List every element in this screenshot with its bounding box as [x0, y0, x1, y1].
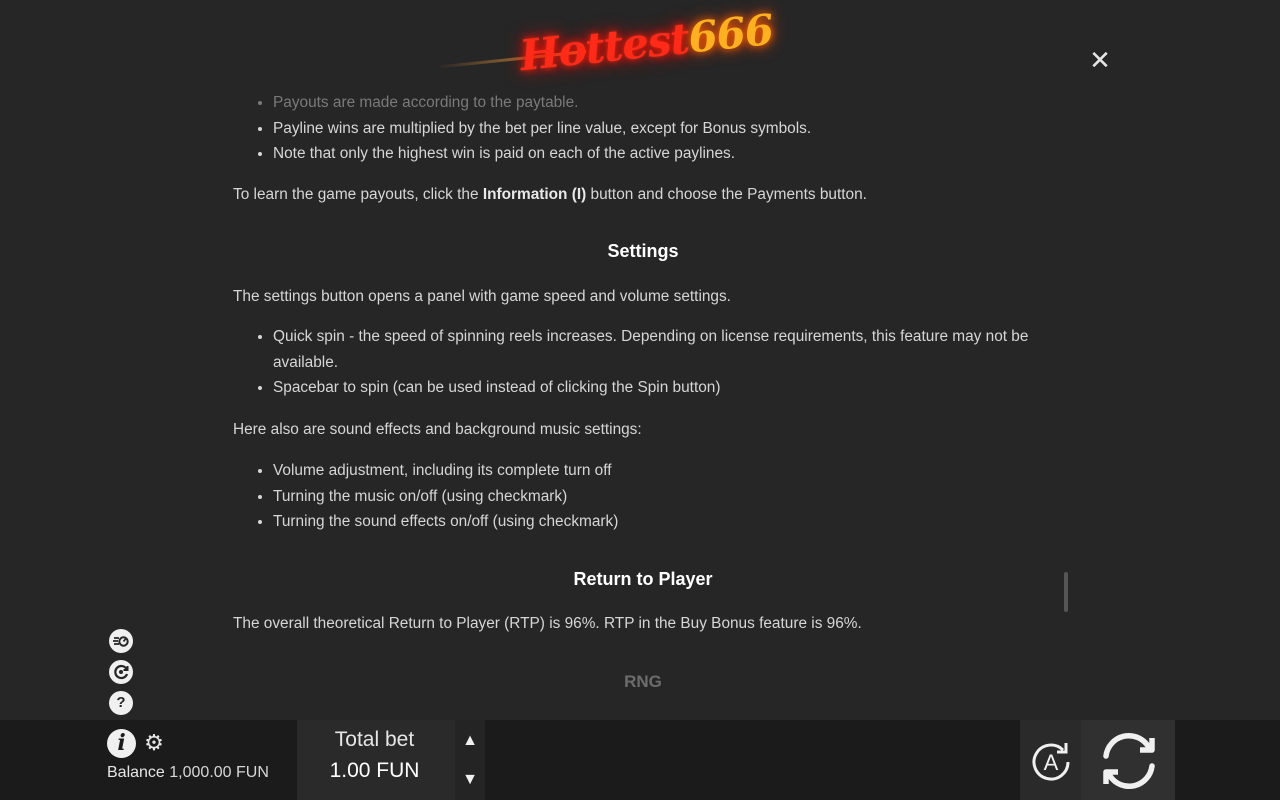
list-item: Volume adjustment, including its complet… [273, 458, 1053, 484]
list-item: Payouts are made according to the paytab… [273, 90, 1053, 116]
balance-value: 1,000.00 FUN [169, 764, 269, 781]
total-bet-value: 1.00 FUN [329, 759, 420, 782]
header: Hottest666 ✕ [0, 0, 1280, 100]
spin-icon[interactable] [1094, 728, 1164, 794]
settings-intro: The settings button opens a panel with g… [233, 287, 731, 305]
payout-rules-list: Payouts are made according to the paytab… [233, 90, 1053, 167]
rng-heading: RNG [624, 671, 662, 691]
settings-heading: Settings [607, 241, 679, 261]
payouts-bold: Information (I) [482, 185, 587, 203]
list-item: Turning the sound effects on/off (using … [273, 509, 1053, 535]
help-icon[interactable]: ? [109, 691, 133, 715]
payouts-suffix: button and choose the Payments button. [586, 185, 867, 203]
rtp-heading: Return to Player [573, 568, 713, 589]
sound-list: Volume adjustment, including its complet… [233, 458, 1053, 535]
list-item: Spacebar to spin (can be used instead of… [273, 375, 1053, 401]
list-item: Payline wins are multiplied by the bet p… [273, 116, 1053, 142]
list-item: Note that only the highest win is paid o… [273, 141, 1053, 167]
game-logo: Hottest666 [518, 5, 777, 91]
arrow-up-icon[interactable]: ▲ [458, 729, 482, 753]
quick-spin-icon[interactable] [109, 629, 133, 653]
logo-word-hottest: Hottest [517, 13, 692, 81]
rtp-text: The overall theoretical Return to Player… [233, 615, 862, 632]
payouts-prefix: To learn the game payouts, click the [233, 185, 483, 203]
logo-word-666: 666 [685, 4, 776, 63]
sound-intro: Here also are sound effects and backgrou… [233, 420, 642, 438]
list-item: Turning the music on/off (using checkmar… [273, 484, 1053, 510]
autoplay-icon[interactable]: A [1026, 737, 1076, 787]
history-icon[interactable] [109, 660, 133, 684]
settings-list: Quick spin - the speed of spinning reels… [233, 324, 1053, 401]
balance-label: Balance [107, 764, 165, 781]
arrow-down-icon[interactable]: ▼ [458, 768, 482, 792]
scrollbar-thumb[interactable] [1064, 572, 1068, 612]
payouts-paragraph: To learn the game payouts, click the Inf… [233, 182, 1053, 208]
total-bet-label: Total bet [334, 728, 415, 751]
rules-content: Payouts are made according to the paytab… [233, 90, 1053, 710]
list-item: Quick spin - the speed of spinning reels… [273, 324, 1053, 375]
balance: Balance 1,000.00 FUN [107, 764, 269, 782]
autoplay-label: A [1044, 750, 1059, 775]
info-icon[interactable]: i [107, 729, 136, 758]
gear-icon[interactable]: ⚙ [143, 732, 165, 754]
close-icon[interactable]: ✕ [1086, 46, 1114, 74]
